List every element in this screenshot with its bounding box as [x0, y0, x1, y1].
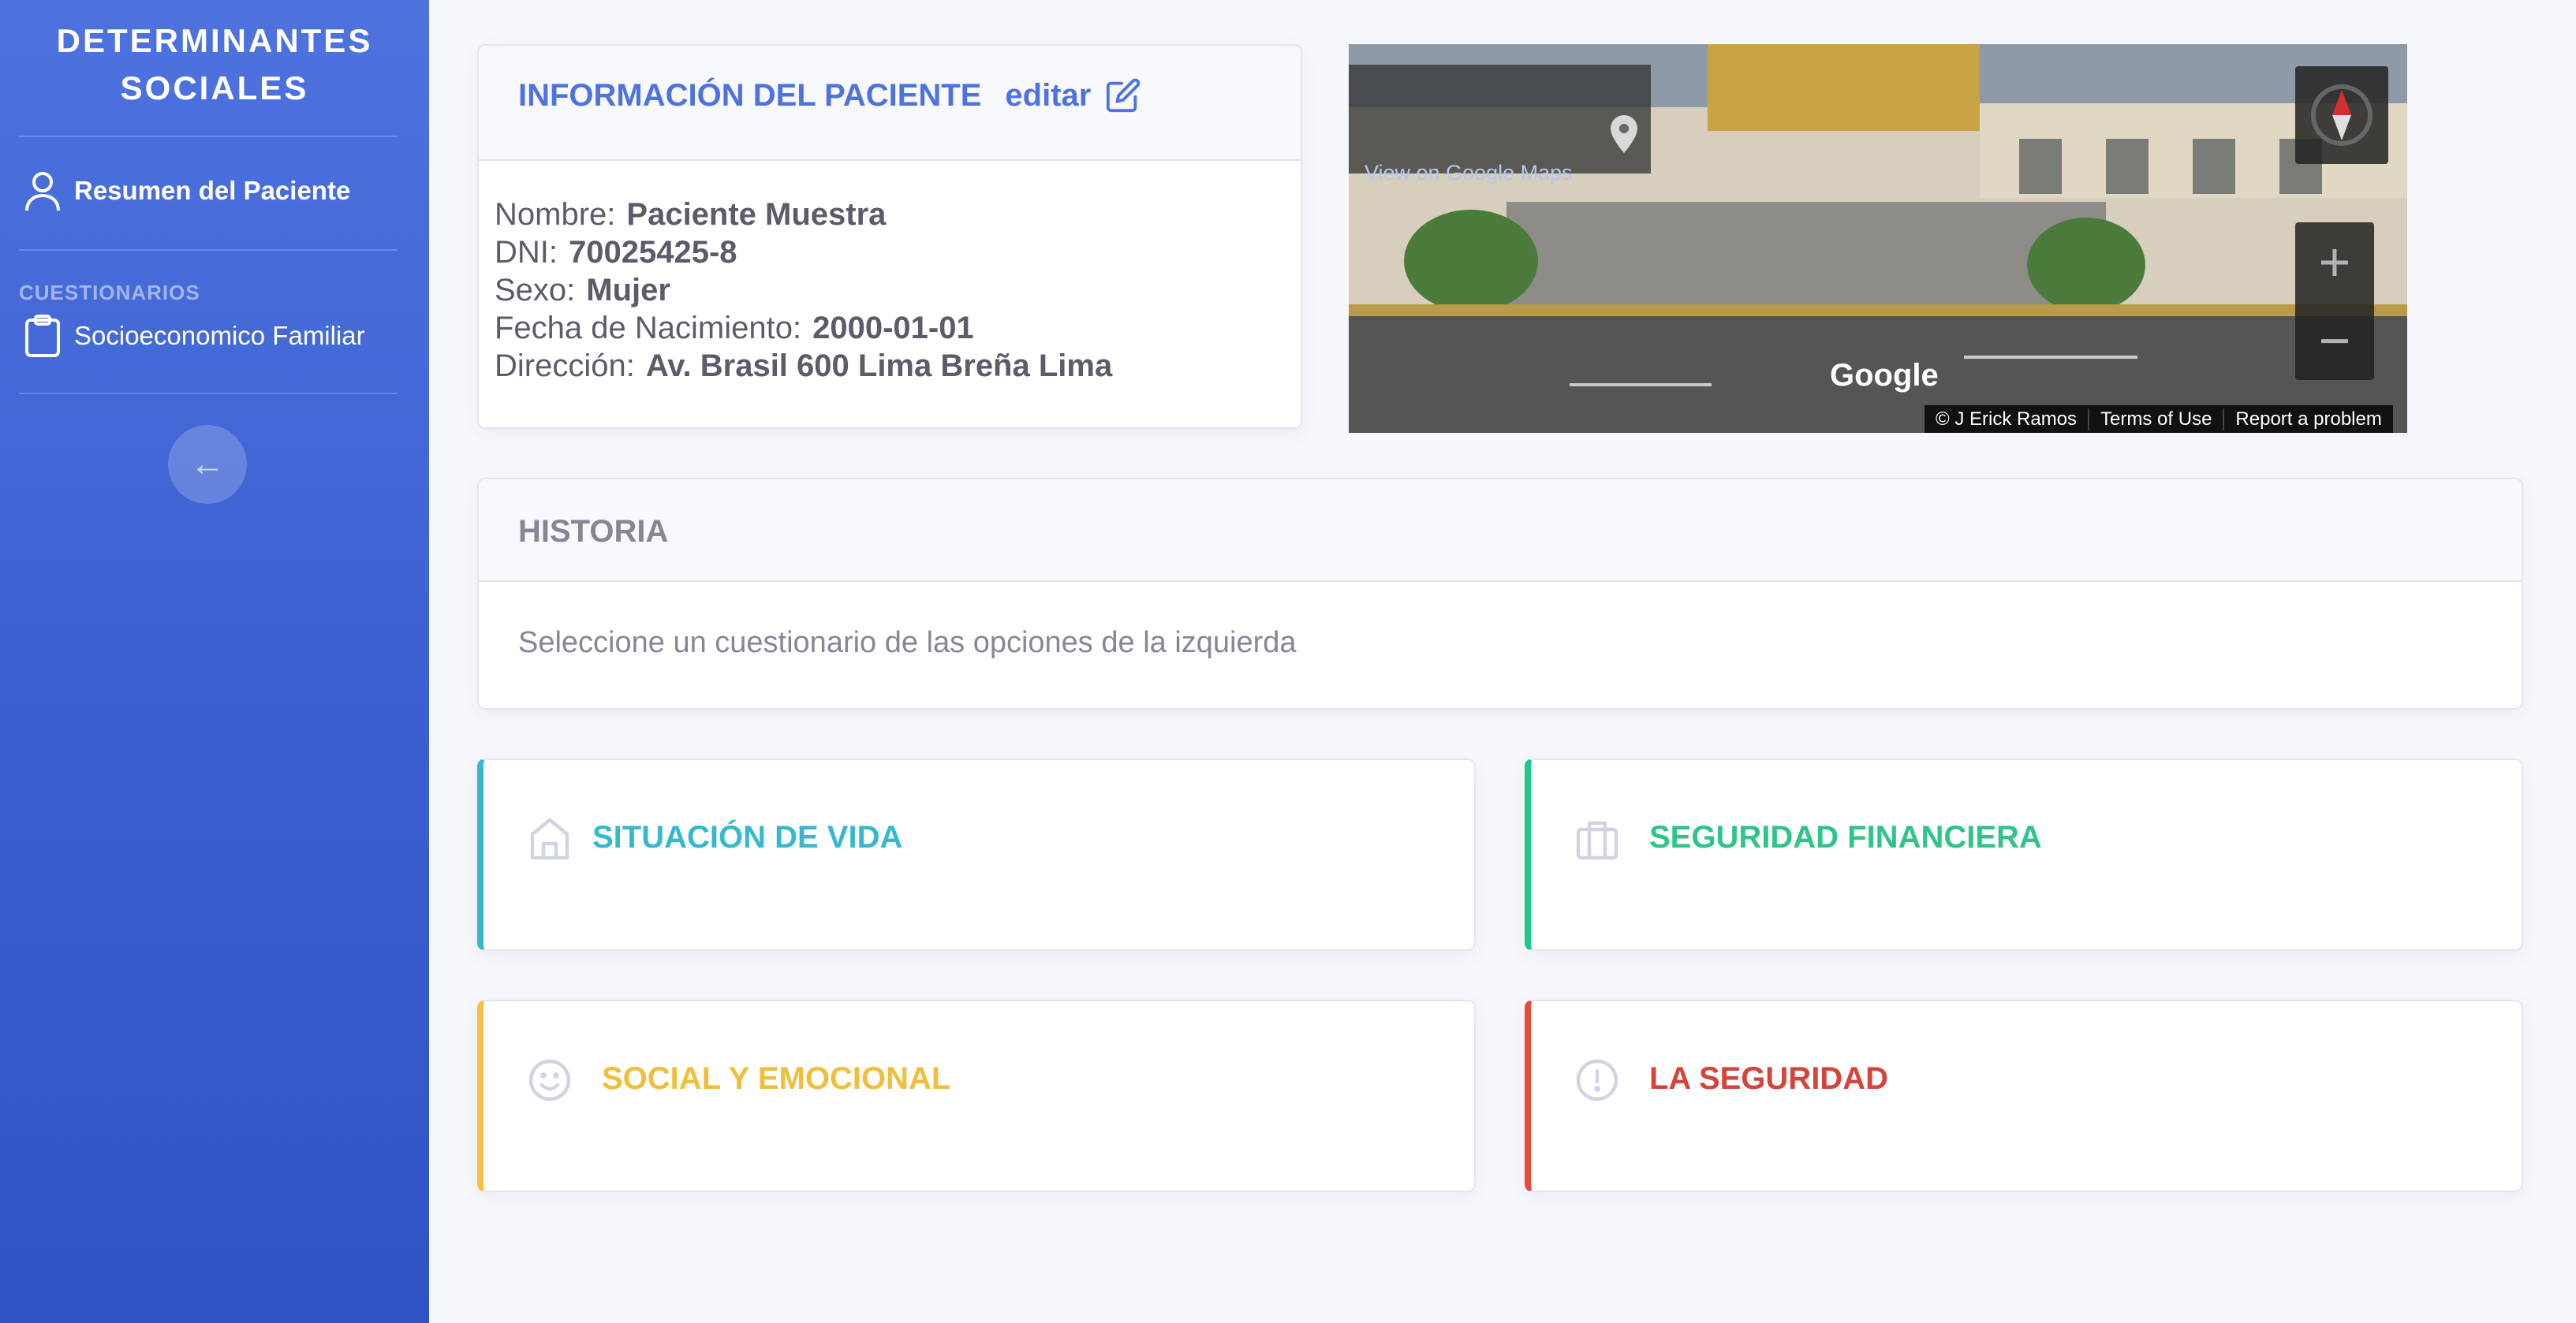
patient-field-birthdate: Fecha de Nacimiento: 2000-01-01 [495, 309, 1112, 347]
sidebar-item-patient-summary[interactable]: Resumen del Paciente [22, 169, 350, 213]
street-view-info-box [1349, 65, 1651, 173]
zoom-in-button[interactable]: + [2295, 222, 2374, 301]
street-view-road-line [1964, 356, 2137, 359]
field-value: Paciente Muestra [626, 197, 887, 232]
field-value: Mujer [586, 273, 670, 307]
history-card: HISTORIA Seleccione un cuestionario de l… [477, 478, 2523, 710]
category-label: SITUACIÓN DE VIDA [592, 820, 903, 855]
street-view-window [2019, 139, 2062, 194]
edit-icon [1107, 78, 1141, 113]
briefcase-icon [1576, 821, 1618, 860]
edit-patient-link[interactable]: editar [1005, 77, 1141, 114]
sidebar-divider [19, 136, 398, 137]
zoom-controls: + − [2295, 222, 2374, 380]
compass-control[interactable] [2295, 66, 2388, 164]
terms-of-use-link[interactable]: Terms of Use [2089, 408, 2225, 430]
attribution-credit: © J Erick Ramos [1925, 408, 2090, 430]
view-on-google-maps-link[interactable]: View on Google Maps [1365, 161, 1573, 185]
sidebar-toggle-button[interactable]: ← [168, 425, 247, 504]
patient-field-sex: Sexo: Mujer [495, 271, 1112, 309]
clipboard-icon [22, 314, 63, 358]
category-label: SOCIAL Y EMOCIONAL [602, 1061, 951, 1096]
street-view-panorama[interactable]: View on Google Maps + − Google © J Erick… [1349, 44, 2407, 433]
history-body-text: Seleccione un cuestionario de las opcion… [518, 626, 1297, 659]
patient-field-address: Dirección: Av. Brasil 600 Lima Breña Lima [495, 347, 1112, 385]
report-problem-link[interactable]: Report a problem [2224, 408, 2392, 430]
field-label: Dirección: [495, 348, 635, 383]
street-view-tree [2027, 218, 2145, 312]
field-value: Av. Brasil 600 Lima Breña Lima [645, 348, 1113, 383]
street-view-railing [1349, 304, 2407, 317]
brand[interactable]: DETERMINANTES SOCIALES [0, 17, 429, 112]
history-title: HISTORIA [518, 514, 669, 549]
google-logo: Google [1830, 358, 1939, 393]
field-value: 2000-01-01 [812, 311, 974, 345]
sidebar-item-label: Resumen del Paciente [74, 176, 351, 205]
category-label: LA SEGURIDAD [1649, 1061, 1888, 1096]
category-card-safety[interactable]: LA SEGURIDAD [1525, 1000, 2523, 1192]
brand-line-2: SOCIALES [120, 69, 309, 106]
patient-card-title: INFORMACIÓN DEL PACIENTE editar [518, 77, 1141, 114]
category-card-living-situation[interactable]: SITUACIÓN DE VIDA [477, 758, 1476, 951]
street-view-window [2106, 139, 2149, 194]
patient-card-header: INFORMACIÓN DEL PACIENTE editar [479, 46, 1301, 161]
user-icon [22, 169, 63, 213]
patient-title-text: INFORMACIÓN DEL PACIENTE [518, 77, 982, 113]
patient-info-list: Nombre: Paciente Muestra DNI: 70025425-8 S… [495, 196, 1112, 385]
category-card-social-emotional[interactable]: SOCIAL Y EMOCIONAL [477, 1000, 1476, 1192]
field-label: Nombre: [495, 197, 616, 232]
sidebar: DETERMINANTES SOCIALES Resumen del Pacie… [0, 0, 429, 1323]
sidebar-divider [19, 393, 398, 394]
sidebar-item-socioeconomic[interactable]: Socioeconomico Familiar [22, 314, 365, 358]
street-view-window [2193, 139, 2235, 194]
smile-icon [528, 1059, 571, 1101]
field-label: Fecha de Nacimiento: [495, 311, 802, 345]
compass-icon [2311, 84, 2373, 146]
street-view-tower [1708, 44, 1980, 131]
edit-label: editar [1005, 77, 1092, 113]
history-card-header: HISTORIA [479, 479, 2522, 582]
sidebar-divider [19, 249, 398, 251]
field-value: 70025425-8 [569, 235, 737, 270]
category-label: SEGURIDAD FINANCIERA [1649, 820, 2042, 855]
alert-circle-icon [1576, 1059, 1618, 1101]
patient-field-name: Nombre: Paciente Muestra [495, 196, 1112, 233]
field-label: DNI: [495, 235, 558, 270]
field-label: Sexo: [495, 273, 576, 307]
arrow-left-icon: ← [190, 445, 225, 483]
category-card-financial-security[interactable]: SEGURIDAD FINANCIERA [1525, 758, 2523, 951]
sidebar-item-label: Socioeconomico Familiar [74, 321, 365, 350]
patient-info-card: INFORMACIÓN DEL PACIENTE editar Nombre: P… [477, 44, 1302, 429]
map-pin-icon [1611, 115, 1637, 153]
brand-line-1: DETERMINANTES [56, 22, 373, 59]
street-view-tree [1404, 210, 1538, 312]
attribution-bar: © J Erick Ramos Terms of Use Report a pr… [1925, 405, 2393, 433]
zoom-out-button[interactable]: − [2295, 301, 2374, 380]
sidebar-heading: CUESTIONARIOS [19, 281, 200, 304]
street-view-entrance [1506, 202, 2106, 320]
home-icon [530, 818, 569, 860]
street-view-road-line [1570, 383, 1712, 386]
patient-field-dni: DNI: 70025425-8 [495, 233, 1112, 271]
